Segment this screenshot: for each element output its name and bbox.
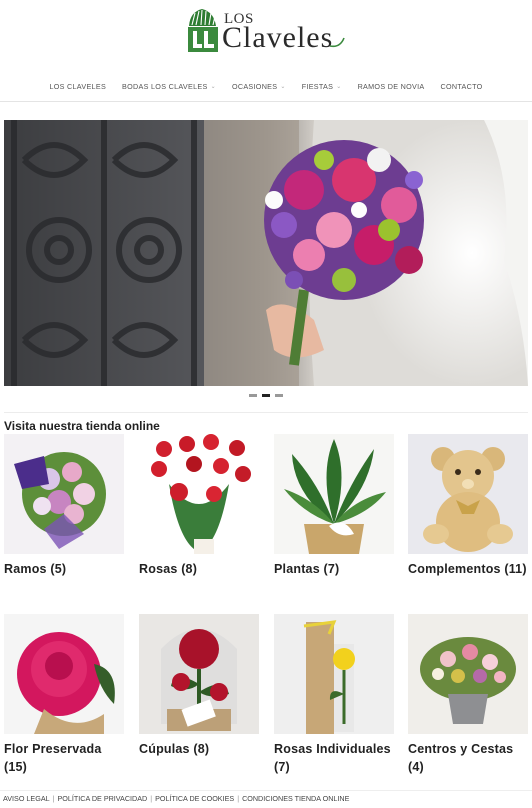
product-image-complementos[interactable] xyxy=(408,434,528,554)
hero-image-bride-bouquet xyxy=(4,120,528,386)
slider-dot[interactable] xyxy=(275,394,283,397)
product-image-rosas[interactable] xyxy=(139,434,259,554)
hero-slider[interactable] xyxy=(4,120,528,386)
product-card-rosas-individuales[interactable]: Rosas Individuales (7) xyxy=(274,614,394,776)
footer-separator: | xyxy=(150,794,153,803)
clavel-logo-icon xyxy=(188,9,218,52)
footer-link-aviso-legal[interactable]: AVISO LEGAL xyxy=(3,794,50,803)
slider-dot[interactable] xyxy=(249,394,257,397)
product-label-plantas[interactable]: Plantas (7) xyxy=(274,560,394,578)
product-card-complementos[interactable]: Complementos (11) xyxy=(408,434,528,578)
site-logo[interactable]: LOS Claveles xyxy=(186,6,351,54)
product-label-cupulas[interactable]: Cúpulas (8) xyxy=(139,740,259,758)
product-image-plantas[interactable] xyxy=(274,434,394,554)
product-card-plantas[interactable]: Plantas (7) xyxy=(274,434,394,578)
footer-link-condiciones-tienda-online[interactable]: CONDICIONES TIENDA ONLINE xyxy=(242,794,349,803)
nav-item-label: CONTACTO xyxy=(440,82,483,91)
site-footer: AVISO LEGAL | POLÍTICA DE PRIVACIDAD | POLÍT… xyxy=(0,790,532,808)
main-nav: LOS CLAVELES BODAS LOS CLAVELES ⌄ OCASIONES… xyxy=(0,72,532,102)
nav-item-label: LOS CLAVELES xyxy=(49,82,107,91)
product-card-rosas[interactable]: Rosas (8) xyxy=(139,434,259,578)
slider-dot[interactable] xyxy=(262,394,270,397)
product-label-rosas[interactable]: Rosas (8) xyxy=(139,560,259,578)
footer-link-política-de-privacidad[interactable]: POLÍTICA DE PRIVACIDAD xyxy=(57,794,147,803)
logo-text-claveles: Claveles xyxy=(222,21,334,54)
nav-item-label: RAMOS DE NOVIA xyxy=(357,82,425,91)
section-divider xyxy=(4,412,528,413)
product-image-rosas-individuales[interactable] xyxy=(274,614,394,734)
logo-swash-icon xyxy=(329,37,345,48)
product-label-flor-preservada[interactable]: Flor Preservada (15) xyxy=(4,740,124,776)
chevron-down-icon: ⌄ xyxy=(280,84,286,90)
chevron-down-icon: ⌄ xyxy=(336,84,342,90)
product-card-cupulas[interactable]: Cúpulas (8) xyxy=(139,614,259,758)
product-label-rosas-individuales[interactable]: Rosas Individuales (7) xyxy=(274,740,394,776)
nav-item-label: FIESTAS xyxy=(301,82,334,91)
nav-item-label: BODAS LOS CLAVELES xyxy=(122,82,208,91)
product-card-ramos[interactable]: Ramos (5) xyxy=(4,434,124,578)
slider-pagination xyxy=(0,394,532,397)
product-label-centros-y-cestas[interactable]: Centros y Cestas (4) xyxy=(408,740,528,776)
nav-item-contacto[interactable]: CONTACTO xyxy=(432,82,490,91)
nav-item-los-claveles[interactable]: LOS CLAVELES xyxy=(41,82,114,91)
footer-separator: | xyxy=(237,794,240,803)
product-image-cupulas[interactable] xyxy=(139,614,259,734)
product-image-flor-preservada[interactable] xyxy=(4,614,124,734)
nav-item-bodas-los-claveles[interactable]: BODAS LOS CLAVELES ⌄ xyxy=(114,82,224,91)
nav-item-label: OCASIONES xyxy=(231,82,278,91)
chevron-down-icon: ⌄ xyxy=(210,84,216,90)
site-header: LOS Claveles xyxy=(0,0,532,70)
footer-separator: | xyxy=(52,794,55,803)
shop-section-title: Visita nuestra tienda online xyxy=(4,419,160,433)
footer-link-política-de-cookies[interactable]: POLÍTICA DE COOKIES xyxy=(155,794,234,803)
nav-list: LOS CLAVELES BODAS LOS CLAVELES ⌄ OCASIONES… xyxy=(0,82,532,91)
nav-item-ocasiones[interactable]: OCASIONES ⌄ xyxy=(224,82,294,91)
nav-item-ramos-de-novia[interactable]: RAMOS DE NOVIA xyxy=(350,82,433,91)
nav-item-fiestas[interactable]: FIESTAS ⌄ xyxy=(294,82,350,91)
product-image-ramos[interactable] xyxy=(4,434,124,554)
product-card-centros-y-cestas[interactable]: Centros y Cestas (4) xyxy=(408,614,528,776)
product-card-flor-preservada[interactable]: Flor Preservada (15) xyxy=(4,614,124,776)
product-label-ramos[interactable]: Ramos (5) xyxy=(4,560,124,578)
product-label-complementos[interactable]: Complementos (11) xyxy=(408,560,528,578)
product-image-centros-y-cestas[interactable] xyxy=(408,614,528,734)
